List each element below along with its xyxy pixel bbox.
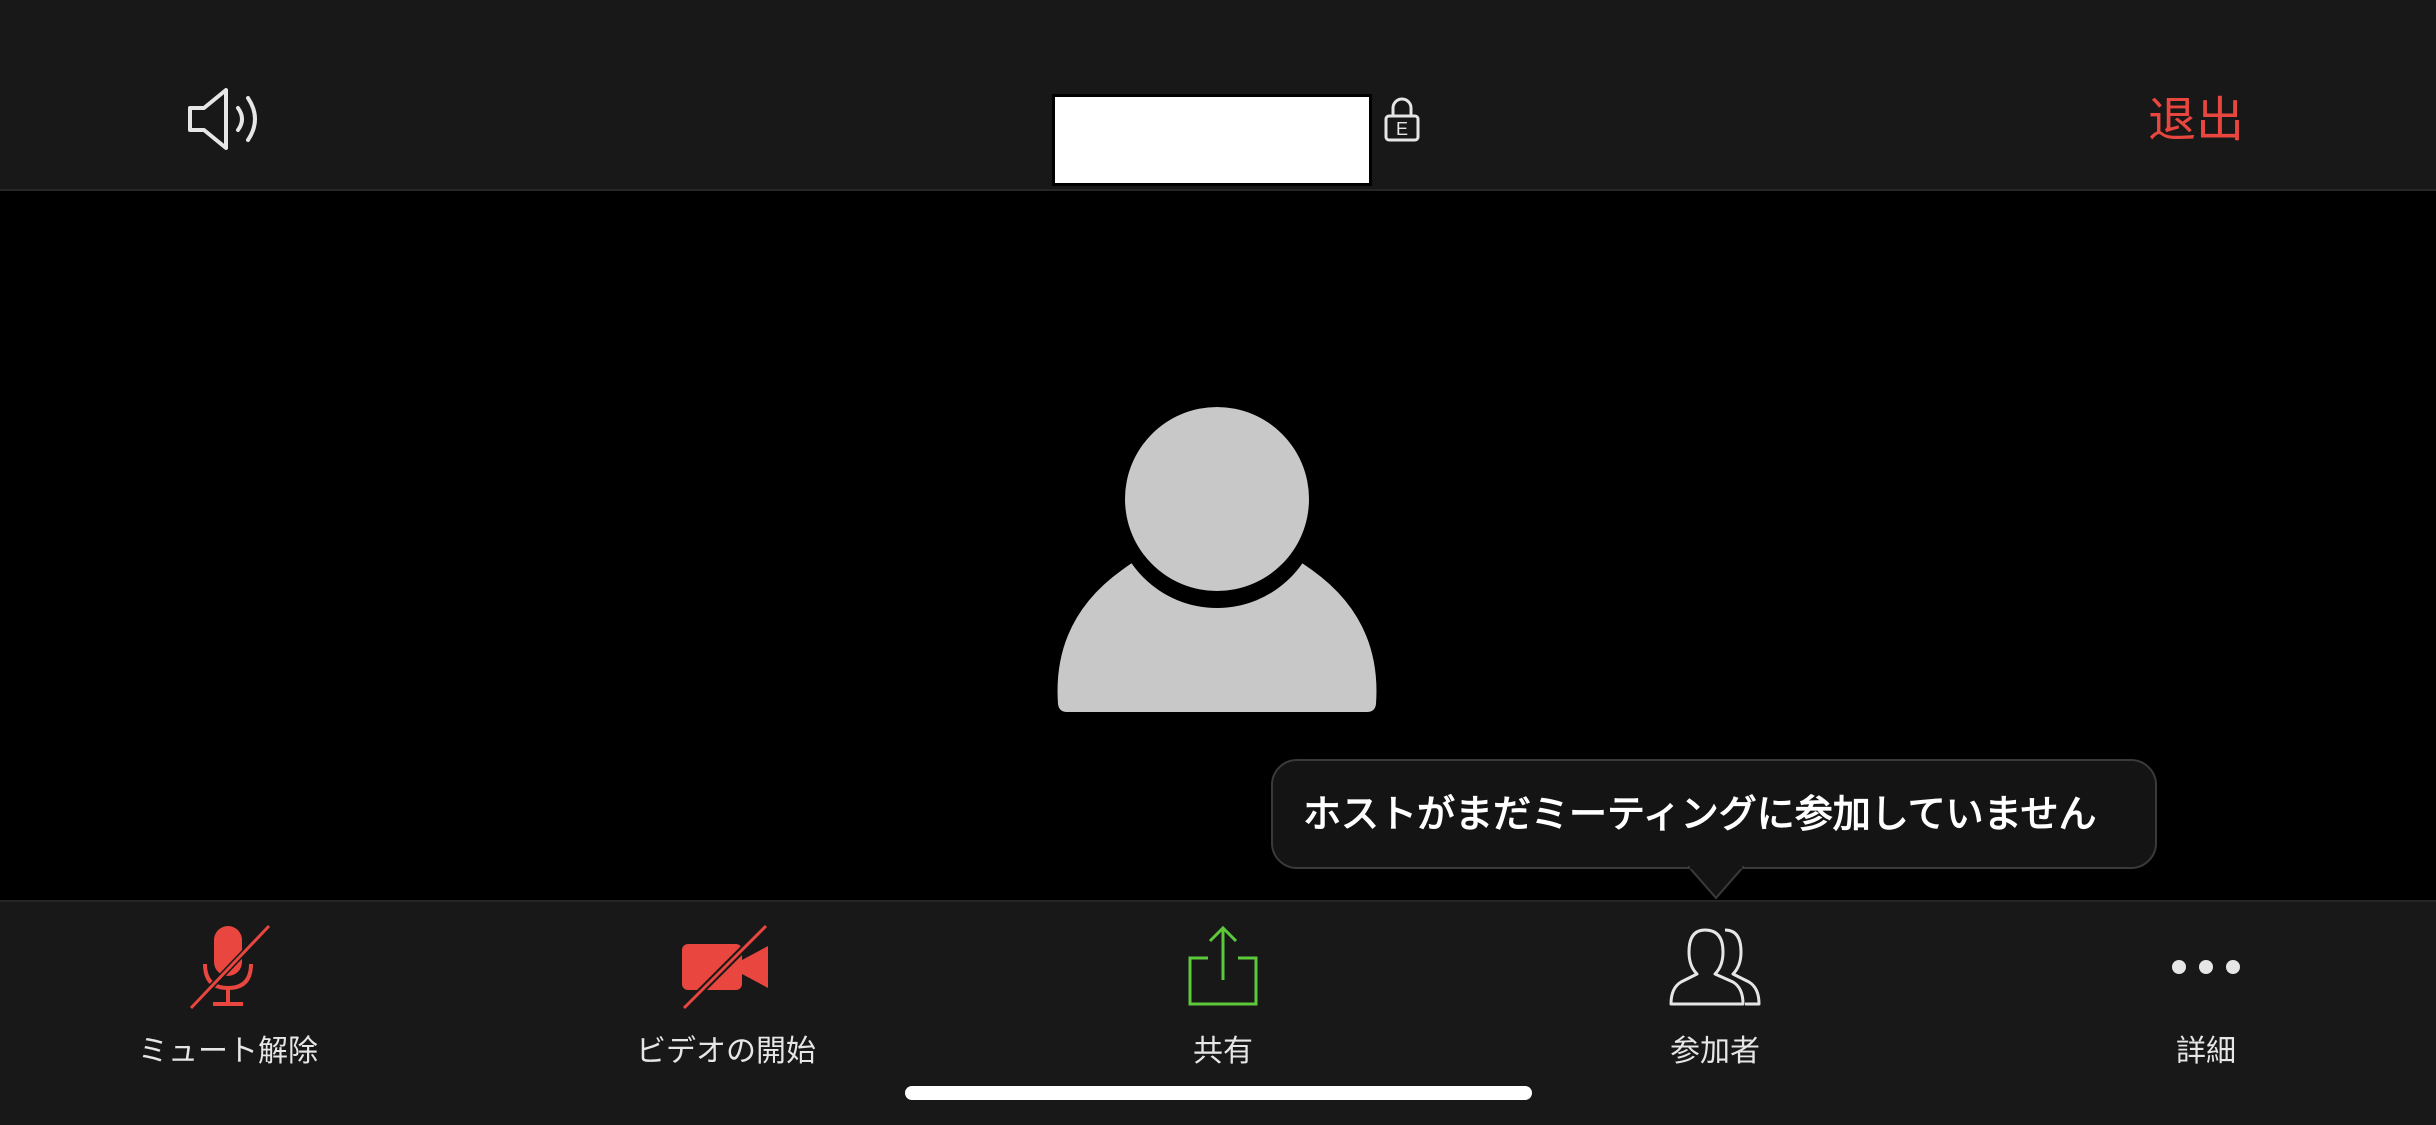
person-avatar-icon bbox=[1052, 400, 1382, 714]
participants-label: 参加者 bbox=[1670, 1034, 1760, 1069]
more-button[interactable]: 詳細 bbox=[2076, 922, 2336, 1072]
participants-icon bbox=[1669, 928, 1761, 1006]
leave-button[interactable]: 退出 bbox=[2136, 88, 2256, 152]
tooltip-text: ホストがまだミーティングに参加していません bbox=[1303, 792, 2097, 836]
more-label: 詳細 bbox=[2176, 1034, 2236, 1069]
host-not-joined-tooltip: ホストがまだミーティングに参加していません bbox=[1271, 759, 2157, 869]
start-video-button[interactable]: ビデオの開始 bbox=[596, 922, 856, 1072]
unmute-button[interactable]: ミュート解除 bbox=[98, 922, 358, 1072]
meeting-id-redacted bbox=[1052, 94, 1372, 186]
top-bar: E 退出 bbox=[0, 0, 2436, 191]
speaker-button[interactable] bbox=[186, 86, 266, 152]
share-label: 共有 bbox=[1193, 1034, 1253, 1069]
unmute-label: ミュート解除 bbox=[138, 1034, 318, 1069]
speaker-volume-icon bbox=[188, 88, 257, 150]
video-off-icon bbox=[681, 923, 769, 1011]
zoom-meeting-screen: E 退出 ホストがまだミーティングに参加していません ミュート解除 ビデオの開始… bbox=[0, 0, 2436, 1125]
share-button[interactable]: 共有 bbox=[1093, 922, 1353, 1072]
start-video-label: ビデオの開始 bbox=[636, 1034, 816, 1069]
home-indicator[interactable] bbox=[905, 1086, 1532, 1100]
lock-badge: E bbox=[1396, 119, 1408, 139]
encryption-lock-icon[interactable]: E bbox=[1384, 96, 1420, 142]
more-dots-icon bbox=[2172, 960, 2240, 974]
tooltip-pointer bbox=[1688, 866, 1744, 900]
participants-button[interactable]: 参加者 bbox=[1585, 922, 1845, 1072]
muted-microphone-icon bbox=[188, 923, 272, 1011]
share-upload-icon bbox=[1188, 925, 1258, 1006]
